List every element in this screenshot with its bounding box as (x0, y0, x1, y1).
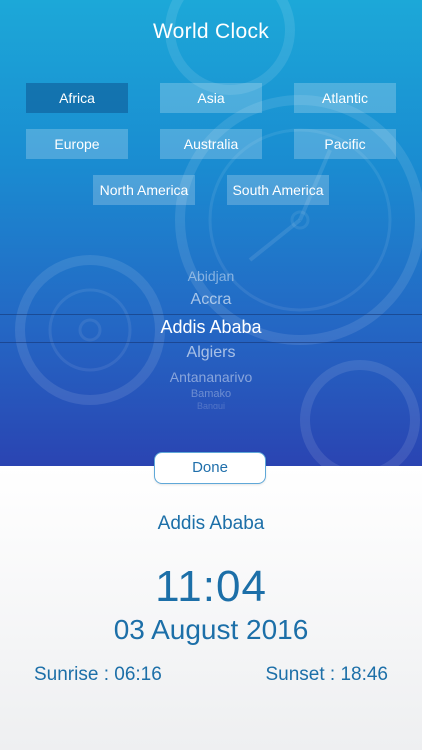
picker-selection-line-top (0, 314, 422, 315)
city-picker[interactable]: Abidjan Accra Addis Ababa Algiers Antana… (0, 262, 422, 414)
selected-city-name: Addis Ababa (157, 513, 265, 534)
region-tab-australia[interactable]: Australia (160, 129, 262, 159)
picker-item[interactable]: Antananarivo (0, 369, 422, 385)
picker-item[interactable]: Bamako (0, 388, 422, 400)
sunrise-time: Sunrise : 06:16 (34, 664, 162, 685)
picker-item-selected[interactable]: Addis Ababa (0, 317, 422, 338)
region-tab-asia[interactable]: Asia (160, 83, 262, 113)
region-tab-atlantic[interactable]: Atlantic (294, 83, 396, 113)
done-button[interactable]: Done (154, 452, 266, 484)
current-date: 03 August 2016 (113, 614, 309, 645)
region-tab-north-america[interactable]: North America (93, 175, 195, 205)
region-tab-africa[interactable]: Africa (26, 83, 128, 113)
picker-selection-line-bottom (0, 342, 422, 343)
region-tab-europe[interactable]: Europe (26, 129, 128, 159)
page-title: World Clock (152, 20, 270, 43)
current-time: 11:04 (155, 562, 267, 611)
region-tab-south-america[interactable]: South America (227, 175, 329, 205)
picker-item[interactable]: Algiers (0, 344, 422, 362)
sunset-time: Sunset : 18:46 (265, 664, 388, 685)
picker-item[interactable]: Abidjan (0, 268, 422, 284)
picker-item[interactable]: Accra (0, 291, 422, 309)
picker-item[interactable]: Bangui (0, 401, 422, 409)
header-background: World Clock Africa Asia Atlantic Europe … (0, 0, 422, 466)
region-tab-pacific[interactable]: Pacific (294, 129, 396, 159)
